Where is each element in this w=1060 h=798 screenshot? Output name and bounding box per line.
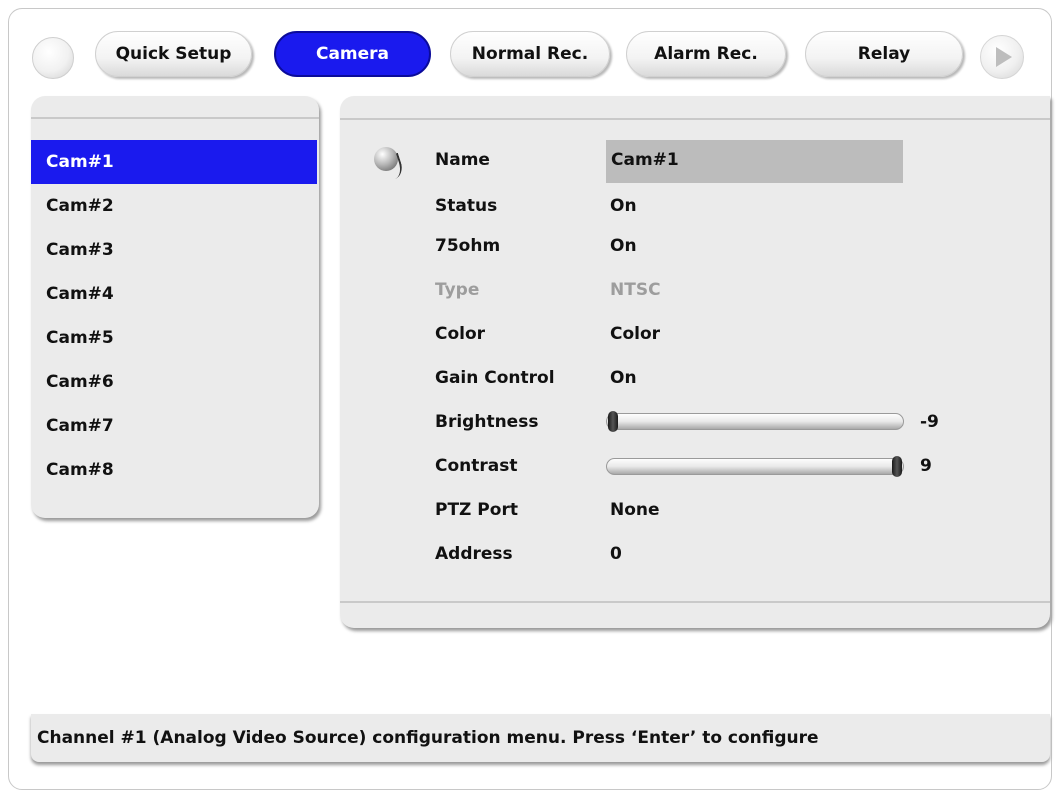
contrast-label: Contrast	[435, 456, 518, 476]
tab-quick-setup[interactable]: Quick Setup	[95, 31, 252, 77]
type-label: Type	[435, 280, 480, 300]
status-label: Status	[435, 196, 498, 216]
tab-camera[interactable]: Camera	[274, 31, 431, 77]
name-value: Cam#1	[611, 150, 679, 170]
brightness-label: Brightness	[435, 412, 539, 432]
camera-list-panel: Cam#1 Cam#2 Cam#3 Cam#4 Cam#5 Cam#6 Cam#…	[31, 96, 319, 518]
tab-relay[interactable]: Relay	[805, 31, 963, 77]
divider	[340, 118, 1050, 120]
75ohm-label: 75ohm	[435, 236, 501, 256]
color-label: Color	[435, 324, 486, 344]
contrast-slider-knob[interactable]	[892, 456, 902, 477]
address-label: Address	[435, 544, 513, 564]
camera-settings-panel: Name Cam#1 Status On 75ohm On Type NTSC …	[340, 96, 1050, 628]
list-item-cam4[interactable]: Cam#4	[31, 272, 317, 316]
divider	[340, 601, 1050, 603]
ptz-port-label: PTZ Port	[435, 500, 518, 520]
type-value: NTSC	[610, 280, 661, 300]
brightness-value: -9	[920, 412, 939, 432]
gain-control-value[interactable]: On	[610, 368, 637, 388]
contrast-slider[interactable]	[606, 456, 904, 477]
cursor-bullet-icon	[374, 147, 398, 171]
list-item-cam7[interactable]: Cam#7	[31, 404, 317, 448]
brightness-slider-knob[interactable]	[608, 411, 618, 432]
color-value[interactable]: Color	[610, 324, 660, 344]
list-item-cam5[interactable]: Cam#5	[31, 316, 317, 360]
list-item-cam6[interactable]: Cam#6	[31, 360, 317, 404]
name-label: Name	[435, 150, 490, 170]
list-item-cam3[interactable]: Cam#3	[31, 228, 317, 272]
divider	[31, 117, 319, 119]
tab-alarm-rec[interactable]: Alarm Rec.	[626, 31, 786, 77]
list-item-cam8[interactable]: Cam#8	[31, 448, 317, 492]
status-bar: Channel #1 (Analog Video Source) configu…	[31, 714, 1050, 762]
list-item-cam1[interactable]: Cam#1	[31, 140, 317, 184]
status-value[interactable]: On	[610, 196, 637, 216]
tab-normal-rec[interactable]: Normal Rec.	[450, 31, 610, 77]
gain-control-label: Gain Control	[435, 368, 555, 388]
contrast-value: 9	[920, 456, 932, 476]
play-arrow-icon[interactable]	[980, 35, 1024, 79]
75ohm-value[interactable]: On	[610, 236, 637, 256]
address-value[interactable]: 0	[610, 544, 622, 564]
name-field[interactable]: Cam#1	[606, 140, 903, 183]
brightness-slider[interactable]	[606, 411, 904, 432]
ptz-port-value[interactable]: None	[610, 500, 660, 520]
circle-button-icon[interactable]	[32, 37, 74, 79]
list-item-cam2[interactable]: Cam#2	[31, 184, 317, 228]
